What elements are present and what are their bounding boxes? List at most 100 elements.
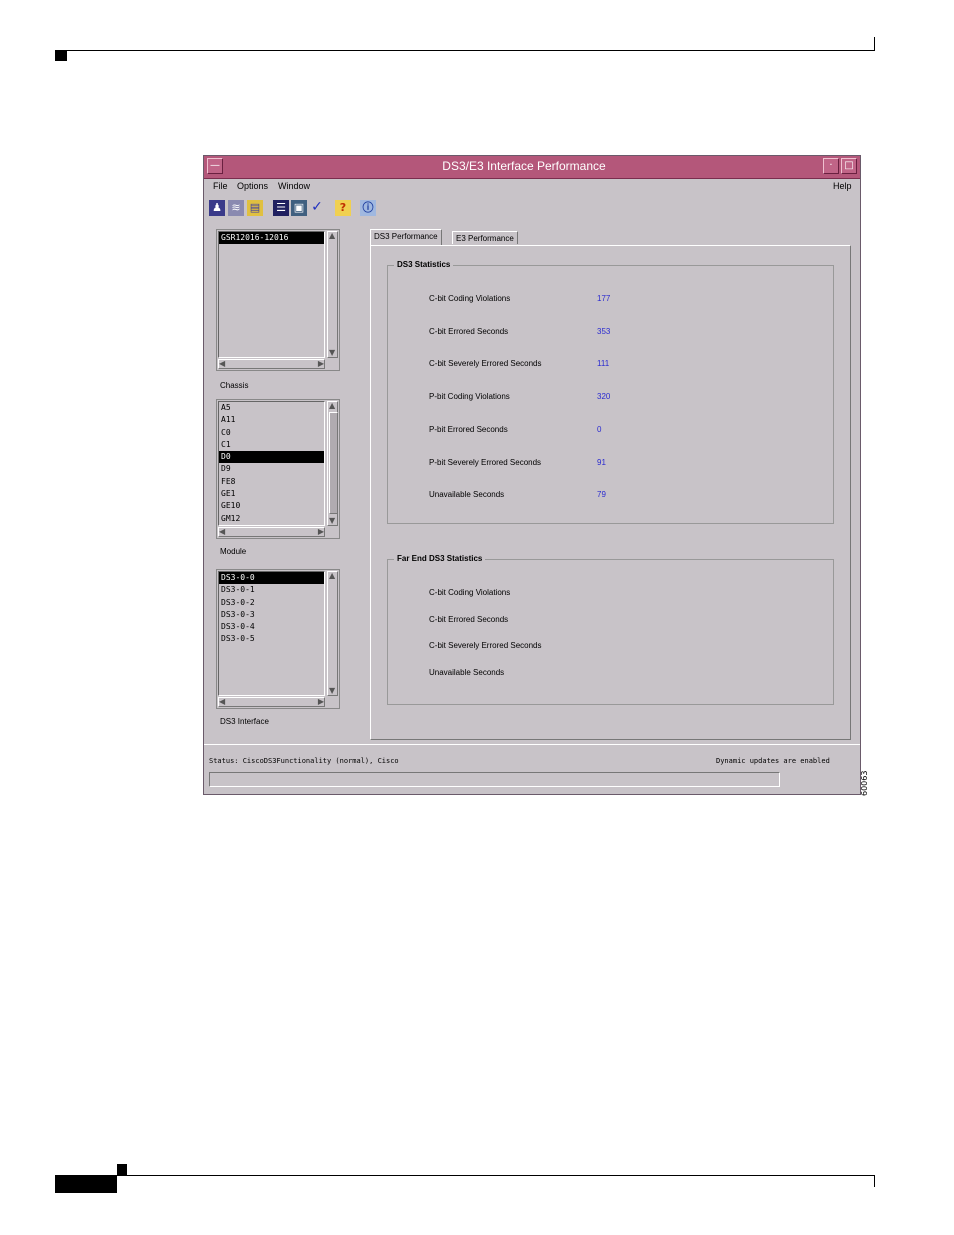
figure-id: 60063 bbox=[860, 770, 869, 796]
page-footer-rule bbox=[55, 1175, 875, 1176]
scroll-left-icon[interactable]: ◀ bbox=[219, 528, 225, 536]
module-label: Module bbox=[220, 547, 247, 556]
stat-value: 111 bbox=[597, 359, 610, 369]
page-footer-bar bbox=[55, 1176, 117, 1193]
stat-label: P-bit Errored Seconds bbox=[429, 424, 508, 434]
status-divider bbox=[204, 744, 860, 745]
module-hscrollbar[interactable]: ◀ ▶ bbox=[218, 527, 325, 537]
scroll-up-icon[interactable]: ▲ bbox=[329, 232, 335, 240]
stat-label: Unavailable Seconds bbox=[429, 668, 505, 678]
scroll-down-icon[interactable]: ▼ bbox=[329, 517, 335, 525]
list-item[interactable]: DS3-0-4 bbox=[219, 621, 324, 633]
page-header-marker bbox=[55, 51, 67, 61]
page-header-tick bbox=[874, 37, 875, 51]
menu-window[interactable]: Window bbox=[278, 181, 310, 191]
tab-ds3-performance[interactable]: DS3 Performance bbox=[370, 229, 442, 245]
monitor-icon[interactable]: ▣ bbox=[291, 200, 307, 216]
scroll-right-icon[interactable]: ▶ bbox=[318, 360, 324, 368]
page-footer-marker bbox=[117, 1164, 127, 1175]
list-item[interactable]: FE8 bbox=[219, 476, 324, 488]
list-item[interactable]: GM12 bbox=[219, 513, 324, 525]
minimize-button[interactable]: · bbox=[823, 158, 839, 174]
menu-bar: File Options Window Help bbox=[204, 178, 860, 196]
list-item[interactable]: DS3-0-2 bbox=[219, 597, 324, 609]
stat-value: 320 bbox=[597, 392, 611, 402]
scroll-right-icon[interactable]: ▶ bbox=[318, 698, 324, 706]
menu-help[interactable]: Help bbox=[833, 181, 852, 191]
folder-icon[interactable]: ▤ bbox=[247, 200, 263, 216]
app-window: — DS3/E3 Interface Performance · □ File … bbox=[203, 155, 861, 795]
scroll-up-icon[interactable]: ▲ bbox=[329, 402, 335, 410]
page-footer-tick bbox=[874, 1175, 875, 1187]
scroll-right-icon[interactable]: ▶ bbox=[318, 528, 324, 536]
stat-label: C-bit Severely Errored Seconds bbox=[429, 641, 542, 651]
question-icon[interactable]: ? bbox=[335, 200, 351, 216]
stat-label: C-bit Errored Seconds bbox=[429, 326, 509, 336]
stat-value: 177 bbox=[597, 294, 611, 303]
chassis-list[interactable]: GSR12016-12016 bbox=[218, 231, 325, 358]
maximize-button[interactable]: □ bbox=[841, 158, 857, 174]
list-item[interactable]: DS3-0-5 bbox=[219, 633, 324, 645]
stat-value: 0 bbox=[597, 424, 602, 434]
title-bar: — DS3/E3 Interface Performance · □ bbox=[204, 156, 860, 179]
chassis-label: Chassis bbox=[220, 381, 249, 390]
stat-value: 91 bbox=[597, 457, 606, 467]
scroll-down-icon[interactable]: ▼ bbox=[329, 349, 335, 357]
module-listbox[interactable]: A5 A11 C0 C1 D0 D9 FE8 GE1 GE10 GM12 ▲ ▼ ◀ ▶ bbox=[216, 399, 340, 539]
stat-label: C-bit Errored Seconds bbox=[429, 614, 509, 624]
interface-listbox[interactable]: DS3-0-0 DS3-0-1 DS3-0-2 DS3-0-3 DS3-0-4 DS3-0… bbox=[216, 569, 340, 709]
module-list[interactable]: A5 A11 C0 C1 D0 D9 FE8 GE1 GE10 GM12 bbox=[218, 401, 325, 526]
menu-file[interactable]: File bbox=[213, 181, 228, 191]
stat-label: C-bit Severely Errored Seconds bbox=[429, 359, 542, 369]
list-item[interactable]: A11 bbox=[219, 414, 324, 426]
list-item[interactable]: GSR12016-12016 bbox=[219, 232, 324, 245]
menu-options[interactable]: Options bbox=[237, 181, 268, 191]
scroll-up-icon[interactable]: ▲ bbox=[329, 572, 335, 580]
list-item[interactable]: C0 bbox=[219, 427, 324, 439]
scroll-thumb[interactable] bbox=[329, 412, 338, 514]
stat-value: 79 bbox=[597, 490, 606, 500]
module-vscrollbar[interactable]: ▲ ▼ bbox=[327, 401, 338, 526]
chassis-hscrollbar[interactable]: ◀ ▶ bbox=[218, 359, 325, 369]
ds3-statistics-title: DS3 Statistics bbox=[394, 260, 454, 269]
chassis-listbox[interactable]: GSR12016-12016 ▲ ▼ ◀ ▶ bbox=[216, 229, 340, 371]
stat-label: P-bit Severely Errored Seconds bbox=[429, 457, 542, 467]
interface-list[interactable]: DS3-0-0 DS3-0-1 DS3-0-2 DS3-0-3 DS3-0-4 DS3-0… bbox=[218, 571, 325, 696]
list-item[interactable]: C1 bbox=[219, 439, 324, 451]
chassis-vscrollbar[interactable]: ▲ ▼ bbox=[327, 231, 338, 358]
scroll-left-icon[interactable]: ◀ bbox=[219, 698, 225, 706]
interface-vscrollbar[interactable]: ▲ ▼ bbox=[327, 571, 338, 696]
list-item[interactable]: GE10 bbox=[219, 500, 324, 512]
list-item[interactable]: DS3-0-0 bbox=[219, 572, 324, 585]
scroll-left-icon[interactable]: ◀ bbox=[219, 360, 225, 368]
stat-label: Unavailable Seconds bbox=[429, 490, 505, 500]
far-end-statistics-group: Far End DS3 Statistics C-bit Coding Viol… bbox=[387, 554, 834, 705]
list-item[interactable]: A5 bbox=[219, 402, 324, 414]
list-icon[interactable]: ☰ bbox=[273, 200, 289, 216]
window-title: DS3/E3 Interface Performance bbox=[442, 159, 606, 173]
list-item[interactable]: GE1 bbox=[219, 488, 324, 500]
stat-label: P-bit Coding Violations bbox=[429, 392, 510, 402]
tab-e3-performance[interactable]: E3 Performance bbox=[452, 231, 518, 244]
far-end-statistics-title: Far End DS3 Statistics bbox=[394, 554, 486, 563]
list-item[interactable]: DS3-0-3 bbox=[219, 609, 324, 621]
page-header-rule bbox=[55, 50, 875, 51]
toolbar: ♟ ≋ ▤ ☰ ▣ ✓ ? ⓘ bbox=[204, 198, 860, 220]
interface-hscrollbar[interactable]: ◀ ▶ bbox=[218, 697, 325, 707]
list-item[interactable]: DS3-0-1 bbox=[219, 584, 324, 596]
list-item[interactable]: D0 bbox=[219, 451, 324, 464]
status-field bbox=[209, 772, 780, 787]
stat-label: C-bit Coding Violations bbox=[429, 588, 511, 597]
scroll-down-icon[interactable]: ▼ bbox=[329, 687, 335, 695]
stat-value: 353 bbox=[597, 326, 611, 336]
check-icon[interactable]: ✓ bbox=[309, 200, 325, 216]
stat-label: C-bit Coding Violations bbox=[429, 294, 511, 303]
dynamic-updates-text: Dynamic updates are enabled bbox=[716, 757, 830, 765]
info-icon[interactable]: ⓘ bbox=[360, 200, 376, 216]
stack-icon[interactable]: ≋ bbox=[228, 200, 244, 216]
interface-label: DS3 Interface bbox=[220, 717, 269, 726]
tab-panel: DS3 Statistics C-bit Coding Violations 17… bbox=[370, 245, 851, 740]
person-icon[interactable]: ♟ bbox=[209, 200, 225, 216]
ds3-statistics-group: DS3 Statistics C-bit Coding Violations 17… bbox=[387, 260, 834, 524]
list-item[interactable]: D9 bbox=[219, 463, 324, 475]
